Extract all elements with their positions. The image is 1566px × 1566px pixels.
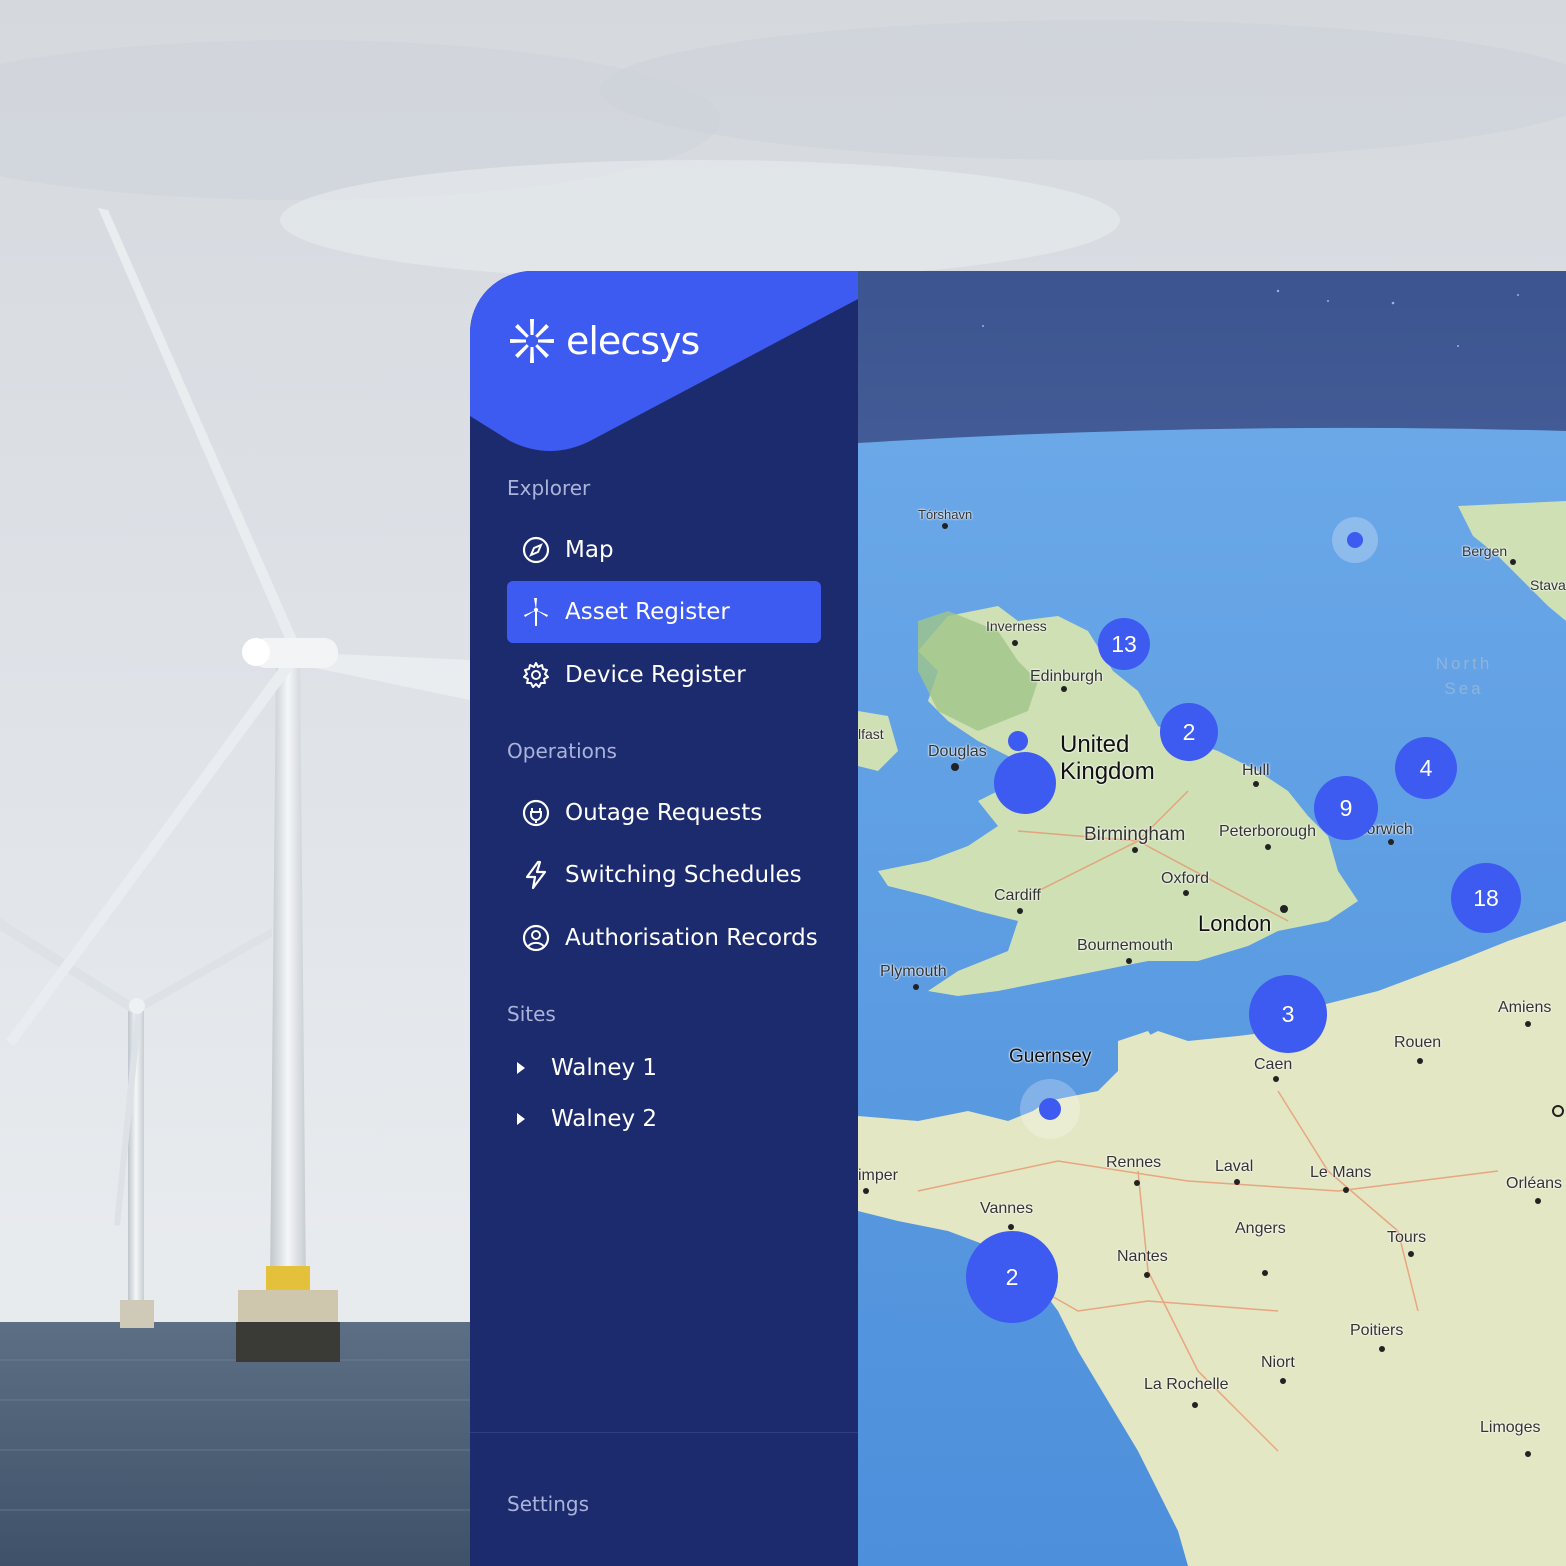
map-label-quimper: imper — [858, 1167, 899, 1184]
map-label-le-mans: Le Mans — [1310, 1164, 1372, 1181]
nav-item-switching-schedules[interactable]: Switching Schedules — [507, 844, 821, 906]
nav-item-outage-requests[interactable]: Outage Requests — [507, 782, 821, 844]
map-cluster-marker[interactable]: 13 — [1098, 618, 1150, 670]
caret-right-icon[interactable] — [515, 1111, 527, 1127]
site-item-walney-2[interactable]: Walney 2 — [515, 1106, 657, 1132]
site-item-label: Walney 1 — [551, 1055, 658, 1081]
map-label-peterborough: Peterborough — [1219, 823, 1316, 840]
map-marker[interactable] — [1332, 517, 1378, 563]
map-label-torshavn: Tórshavn — [918, 507, 973, 522]
map-label-belfast: lfast — [858, 726, 884, 742]
nav-item-map[interactable]: Map — [507, 519, 821, 581]
user-circle-icon — [521, 923, 551, 953]
brand-logo[interactable]: elecsys — [508, 317, 700, 365]
map-marker[interactable] — [1008, 731, 1028, 751]
map-marker[interactable] — [994, 752, 1056, 814]
sidebar: elecsys Explorer Map Asset Register Devi… — [470, 271, 858, 1566]
nav-item-label: Outage Requests — [565, 800, 763, 826]
nav-item-authorisation-records[interactable]: Authorisation Records — [507, 907, 821, 969]
gear-icon — [521, 660, 551, 690]
map-label-bergen: Bergen — [1462, 543, 1508, 559]
map-cluster-marker[interactable]: 2 — [1160, 703, 1218, 761]
plug-icon — [521, 798, 551, 828]
map-label-niort: Niort — [1261, 1354, 1295, 1371]
map-label-limoges: Limoges — [1480, 1419, 1541, 1436]
map-label-rouen: Rouen — [1394, 1034, 1442, 1051]
map-label-north-sea: North Sea — [1435, 654, 1493, 698]
map-label-united-kingdom: United Kingdom — [1060, 731, 1155, 785]
cluster-count: 2 — [1005, 1263, 1019, 1290]
map-label-la-rochelle: La Rochelle — [1144, 1376, 1229, 1393]
map-label-orleans: Orléans — [1506, 1175, 1563, 1192]
nav-item-label: Device Register — [565, 662, 746, 688]
lightning-icon — [521, 860, 551, 890]
map-view[interactable]: Tórshavn Bergen Stava Inverness North Se… — [858, 271, 1566, 1566]
divider — [470, 1432, 858, 1433]
map-label-douglas: Douglas — [928, 743, 987, 760]
map-label-plymouth: Plymouth — [880, 963, 947, 980]
cluster-count: 9 — [1339, 794, 1353, 821]
map-label-hull: Hull — [1242, 762, 1270, 779]
map-label-bournemouth: Bournemouth — [1077, 937, 1174, 954]
map-cluster-marker[interactable]: 2 — [966, 1231, 1058, 1323]
map-label-amiens: Amiens — [1498, 999, 1552, 1016]
nav-item-device-register[interactable]: Device Register — [507, 644, 821, 706]
map-label-stavanger: Stava — [1530, 577, 1566, 593]
map-label-tours: Tours — [1387, 1229, 1427, 1246]
map-label-edinburgh: Edinburgh — [1030, 668, 1103, 685]
sidebar-header-shape — [470, 271, 858, 451]
map-label-cardiff: Cardiff — [994, 887, 1041, 904]
map-label-london: London — [1198, 911, 1272, 936]
nav-item-label: Map — [565, 537, 614, 563]
map-label-oxford: Oxford — [1161, 870, 1210, 887]
map-label-birmingham: Birmingham — [1084, 824, 1186, 845]
cluster-count: 3 — [1281, 1000, 1295, 1027]
cluster-count: 13 — [1111, 630, 1137, 657]
cluster-count: 18 — [1473, 884, 1499, 911]
map-label-guernsey: Guernsey — [1009, 1046, 1092, 1067]
site-item-walney-1[interactable]: Walney 1 — [515, 1055, 657, 1081]
wind-turbine-icon — [521, 597, 551, 627]
map-label-inverness: Inverness — [986, 618, 1047, 634]
nav-item-label: Switching Schedules — [565, 862, 802, 888]
nav-item-asset-register[interactable]: Asset Register — [507, 581, 821, 643]
map-cluster-marker[interactable]: 4 — [1395, 737, 1457, 799]
map-label-nantes: Nantes — [1117, 1248, 1168, 1265]
map-marker[interactable] — [1020, 1079, 1080, 1139]
caret-right-icon[interactable] — [515, 1060, 527, 1076]
brand-name: elecsys — [566, 319, 700, 363]
map-label-angers: Angers — [1235, 1220, 1286, 1237]
map-label-vannes: Vannes — [980, 1200, 1034, 1217]
cluster-count: 2 — [1182, 718, 1196, 745]
cluster-count: 4 — [1419, 754, 1433, 781]
site-item-label: Walney 2 — [551, 1106, 658, 1132]
compass-icon — [521, 535, 551, 565]
nav-item-label: Authorisation Records — [565, 925, 818, 951]
map-label-poitiers: Poitiers — [1350, 1322, 1404, 1339]
map-cluster-marker[interactable]: 3 — [1249, 975, 1327, 1053]
nav-item-label: Asset Register — [565, 599, 730, 625]
section-label-operations: Operations — [507, 739, 617, 763]
section-label-sites: Sites — [507, 1002, 556, 1026]
map-label-caen: Caen — [1254, 1056, 1293, 1073]
map-cluster-marker[interactable]: 9 — [1314, 776, 1378, 840]
map-cluster-marker[interactable]: 18 — [1451, 863, 1521, 933]
settings-link[interactable]: Settings — [507, 1492, 589, 1516]
elecsys-logo-icon — [510, 319, 554, 363]
map-label-rennes: Rennes — [1106, 1154, 1162, 1171]
map-label-laval: Laval — [1215, 1158, 1254, 1175]
section-label-explorer: Explorer — [507, 476, 591, 500]
